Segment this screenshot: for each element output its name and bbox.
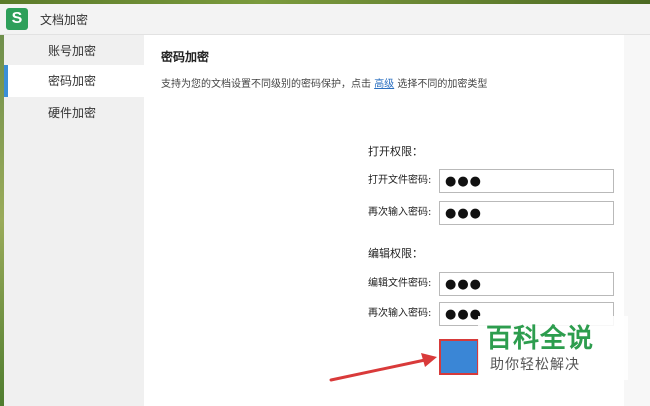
open-confirm-label: 再次输入密码:: [368, 207, 432, 218]
confirm-button[interactable]: [439, 339, 479, 375]
description: 支持为您的文档设置不同级别的密码保护，点击 高级 选择不同的加密类型: [161, 75, 487, 90]
section-title: 密码加密: [161, 50, 210, 64]
sidebar-item-label: 硬件加密: [48, 106, 97, 120]
edit-password-label: 编辑文件密码:: [368, 278, 432, 289]
edit-password-input[interactable]: [439, 272, 614, 296]
sidebar-item-label: 账号加密: [48, 44, 97, 58]
wps-app-icon: S: [6, 8, 28, 30]
edit-permission-title: 编辑权限：: [368, 247, 423, 260]
open-permission-title: 打开权限：: [368, 145, 423, 158]
sidebar-item-password-encryption[interactable]: 密码加密: [4, 65, 144, 97]
description-prefix: 支持为您的文档设置不同级别的密码保护，点击: [161, 79, 371, 90]
description-suffix: 选择不同的加密类型: [397, 79, 488, 90]
watermark-sub-text: 助你轻松解决: [490, 357, 580, 373]
sidebar-item-account-encryption[interactable]: 账号加密: [4, 35, 144, 67]
sidebar-item-label: 密码加密: [48, 74, 97, 88]
advanced-link[interactable]: 高级: [374, 79, 394, 90]
open-confirm-input[interactable]: [439, 201, 614, 225]
open-password-input[interactable]: [439, 169, 614, 193]
title-bar: S 文档加密: [0, 4, 650, 35]
watermark-main-text: 百科全说: [486, 324, 595, 354]
watermark: 百科全说 助你轻松解决: [478, 316, 628, 380]
window-title: 文档加密: [40, 13, 89, 27]
sidebar-item-hardware-encryption[interactable]: 硬件加密: [4, 97, 144, 129]
red-arrow-annotation: [329, 353, 437, 382]
sidebar: 账号加密 密码加密 硬件加密: [4, 35, 144, 406]
edit-confirm-label: 再次输入密码:: [368, 308, 432, 319]
open-password-label: 打开文件密码:: [368, 175, 432, 186]
